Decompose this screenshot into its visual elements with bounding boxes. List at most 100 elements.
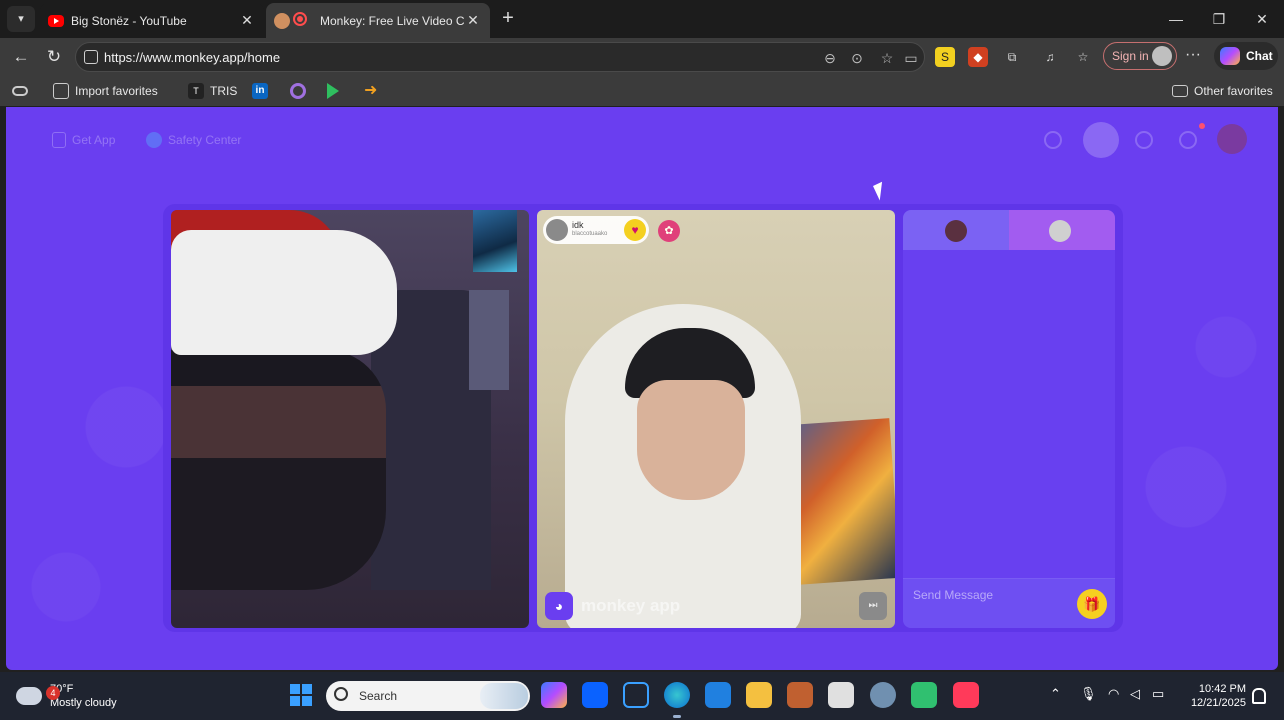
url-text: https://www.monkey.app/home [104, 50, 281, 65]
battery-icon[interactable]: ▭ [1152, 686, 1164, 702]
messages-icon[interactable] [1179, 131, 1197, 149]
reading-list-icon[interactable] [12, 82, 34, 100]
chat-tab-remote[interactable] [903, 210, 1009, 250]
favorite-linkedin[interactable]: in [252, 82, 274, 100]
profile-avatar-icon [1152, 46, 1172, 66]
sign-in-button[interactable]: Sign in [1103, 42, 1177, 70]
favorite-arrow[interactable]: ➜ [364, 82, 386, 100]
favorite-tris[interactable]: T TRIS [188, 82, 237, 100]
circle-icon [290, 83, 306, 99]
safety-center-link[interactable]: Safety Center [146, 129, 241, 151]
favorite-play[interactable] [327, 82, 345, 100]
other-favorites-folder[interactable]: Other favorites [1172, 82, 1273, 100]
like-heart-icon[interactable]: ♥ [624, 219, 646, 241]
refresh-button[interactable]: ↻ [41, 45, 67, 69]
tab-list-button[interactable]: ▾ [7, 6, 35, 32]
remote-app-icon[interactable] [911, 682, 937, 708]
edge-icon[interactable] [664, 682, 690, 718]
folder-icon [1172, 85, 1188, 97]
brand-text: monkey app [581, 596, 681, 615]
extension-s-icon[interactable]: S [935, 47, 955, 67]
taskbar-search[interactable]: Search [326, 681, 530, 711]
new-tab-button[interactable]: + [497, 8, 519, 30]
copilot-label: Chat [1246, 49, 1273, 63]
video-icon[interactable]: ▭ [902, 49, 920, 67]
remote-user-image [637, 380, 745, 500]
music-icon[interactable] [953, 682, 979, 708]
message-input[interactable]: Send Message [913, 588, 993, 602]
search-icon [334, 687, 348, 701]
phone-icon [52, 132, 66, 148]
extensions-puzzle-icon[interactable]: ⧉ [1002, 47, 1022, 67]
chat-tab-self[interactable] [1009, 210, 1115, 250]
power-automate-icon[interactable] [623, 682, 649, 708]
link-icon [12, 86, 28, 96]
wifi-icon[interactable]: ◠ [1108, 686, 1119, 702]
notification-bell-icon[interactable] [1252, 688, 1266, 704]
more-options-icon[interactable]: ⊙ [848, 49, 866, 67]
close-tab-icon[interactable]: ✕ [238, 12, 256, 29]
outlook-icon[interactable] [705, 682, 731, 708]
skip-next-button[interactable]: ⏭ [859, 592, 887, 620]
favorites-icon[interactable]: ☆ [1073, 47, 1093, 67]
youtube-icon [48, 14, 64, 27]
tab-youtube[interactable]: Big Stonëz - YouTube ✕ [40, 3, 264, 38]
file-explorer-icon[interactable] [746, 682, 772, 708]
search-icon[interactable] [1044, 131, 1062, 149]
weather-widget[interactable]: 4 70°F Mostly cloudy [16, 680, 117, 712]
remote-user-avatar [945, 220, 967, 242]
safety-center-label: Safety Center [168, 133, 242, 147]
tab-title: Monkey: Free Live Video Chat [320, 13, 464, 28]
settings-gear-icon[interactable] [870, 682, 896, 708]
copilot-chat-button[interactable]: Chat [1214, 42, 1278, 70]
favorite-star-icon[interactable]: ☆ [878, 49, 896, 67]
volume-icon[interactable]: ◁ [1130, 686, 1140, 702]
gift-badge-icon[interactable]: ✿ [658, 220, 680, 242]
profile-avatar[interactable] [1217, 124, 1247, 154]
gift-button[interactable]: 🎁 [1077, 589, 1107, 619]
import-favorites-link[interactable]: Import favorites [53, 82, 158, 100]
taskbar: 4 70°F Mostly cloudy Search ⌃ 🎙 ◠ ◁ ▭ 10… [0, 672, 1284, 720]
clock-time: 10:42 PM [1198, 683, 1246, 695]
remote-video: idk blaccotuaako ♥ ✿ ◕ monkey app ⏭ [537, 210, 895, 628]
settings-more-icon[interactable]: ··· [1185, 46, 1201, 64]
microphone-icon[interactable]: 🎙 [1080, 686, 1097, 702]
play-store-icon [327, 83, 339, 99]
back-button[interactable]: ← [8, 45, 34, 69]
monkey-logo-icon: ◕ [545, 592, 573, 620]
copilot-app-icon[interactable] [541, 682, 567, 708]
get-app-link[interactable]: Get App [52, 129, 115, 151]
site-info-icon[interactable] [84, 50, 98, 64]
favorites-bar: Import favorites T TRIS in ➜ Other favor… [0, 76, 1284, 106]
show-hidden-icons[interactable]: ⌃ [1050, 686, 1061, 702]
self-avatar [1049, 220, 1071, 242]
shelf-image [469, 290, 509, 390]
restore-button[interactable]: ❐ [1207, 8, 1231, 30]
extension-fox-icon[interactable]: ◆ [968, 47, 988, 67]
media-icon[interactable]: ♫ [1040, 47, 1060, 67]
remote-user-handle: blaccotuaako [572, 231, 608, 237]
weather-badge: 4 [46, 686, 60, 700]
santa-hat-image [171, 210, 397, 360]
start-button[interactable] [290, 684, 312, 706]
crown-icon[interactable] [1083, 122, 1119, 158]
search-highlight-image [480, 683, 528, 709]
history-icon[interactable] [1135, 131, 1153, 149]
dropbox-icon[interactable] [582, 682, 608, 708]
monkey-page: Get App Safety Center idk blaccotuaako ♥… [6, 107, 1278, 670]
game-app-icon[interactable] [787, 682, 813, 708]
monkey-watermark: ◕ monkey app [545, 592, 680, 620]
poster-image [473, 210, 517, 272]
remote-user-name: idk [572, 220, 584, 230]
minimize-button[interactable]: — [1164, 8, 1188, 30]
remote-user-pill[interactable]: idk blaccotuaako ♥ [543, 216, 649, 244]
favorite-label: TRIS [210, 84, 238, 98]
other-favorites-label: Other favorites [1194, 84, 1273, 98]
system-clock[interactable]: 10:42 PM 12/21/2025 [1176, 682, 1246, 710]
close-tab-icon[interactable]: ✕ [464, 12, 482, 29]
zoom-icon[interactable]: ⊖ [821, 49, 839, 67]
close-window-button[interactable]: ✕ [1250, 8, 1274, 30]
store-icon[interactable] [828, 682, 854, 708]
favorite-circle[interactable] [290, 82, 312, 100]
address-bar[interactable]: https://www.monkey.app/home ⊖ ⊙ ☆ ▭ [75, 42, 925, 72]
